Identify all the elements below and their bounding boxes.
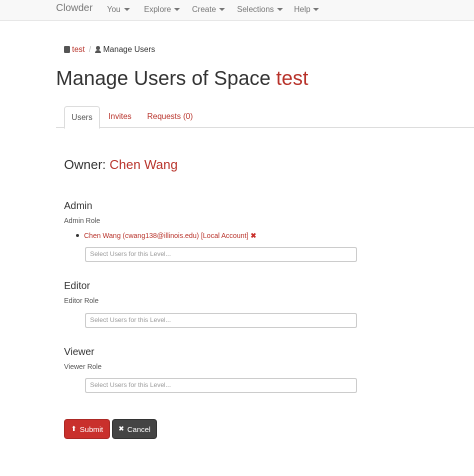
nav-explore-menu[interactable]: Explore — [144, 5, 181, 14]
owner-heading: Owner: Chen Wang — [64, 157, 178, 172]
user-icon — [95, 46, 102, 53]
list-bullet — [76, 234, 79, 237]
admin-users-select[interactable] — [85, 247, 357, 262]
page-title-space-link[interactable]: test — [276, 68, 308, 90]
tab-bar: Users Invites Requests (0) — [56, 106, 474, 129]
breadcrumb-separator: / — [88, 45, 92, 54]
nav-you-label: You — [107, 5, 121, 14]
nav-create-label: Create — [192, 5, 217, 14]
cancel-label: Cancel — [127, 424, 151, 434]
breadcrumb-current: Manage Users — [103, 45, 156, 54]
tab-users[interactable]: Users — [64, 106, 100, 129]
nav-you-menu[interactable]: You — [107, 5, 130, 14]
nav-selections-label: Selections — [237, 5, 274, 14]
remove-icon[interactable]: ✖ — [250, 233, 256, 240]
editor-role-subtitle: Editor Role — [64, 298, 99, 305]
viewer-role-title: Viewer — [64, 347, 95, 358]
nav-help-label: Help — [294, 5, 311, 14]
space-icon — [64, 46, 70, 53]
nav-help-menu[interactable]: Help — [294, 5, 320, 14]
chevron-down-icon — [276, 8, 283, 12]
chevron-down-icon — [313, 8, 320, 12]
page-title-prefix: Manage Users of Space — [56, 68, 271, 90]
viewer-users-select[interactable] — [85, 378, 357, 393]
editor-role-title: Editor — [64, 281, 91, 292]
nav-explore-label: Explore — [144, 5, 172, 14]
admin-member-link[interactable]: Chen Wang (cwang138@illinois.edu) [Local… — [84, 233, 248, 240]
close-icon: ✖ — [118, 426, 125, 433]
submit-button[interactable]: ⬆ Submit — [64, 419, 110, 439]
tab-requests[interactable]: Requests (0) — [144, 106, 196, 128]
brand-link[interactable]: Clowder — [56, 3, 93, 14]
submit-label: Submit — [79, 424, 104, 434]
top-navbar: Clowder You Explore Create Selections He… — [0, 0, 474, 21]
breadcrumb-space-link[interactable]: test — [72, 45, 85, 54]
chevron-down-icon — [123, 8, 130, 12]
chevron-down-icon — [174, 8, 181, 12]
editor-users-select[interactable] — [85, 313, 357, 328]
admin-role-title: Admin — [64, 201, 93, 212]
nav-create-menu[interactable]: Create — [192, 5, 226, 14]
upload-icon: ⬆ — [70, 426, 77, 433]
owner-label: Owner: — [64, 157, 106, 172]
chevron-down-icon — [219, 8, 226, 12]
breadcrumb: test / Manage Users — [64, 45, 155, 54]
admin-role-subtitle: Admin Role — [64, 218, 101, 225]
viewer-role-subtitle: Viewer Role — [64, 364, 102, 371]
tab-invites[interactable]: Invites — [103, 106, 137, 128]
cancel-button[interactable]: ✖ Cancel — [112, 419, 157, 439]
admin-member-item: Chen Wang (cwang138@illinois.edu) [Local… — [76, 232, 256, 240]
nav-selections-menu[interactable]: Selections — [237, 5, 283, 14]
owner-name-link[interactable]: Chen Wang — [110, 157, 178, 172]
page-title: Manage Users of Space test — [56, 68, 308, 91]
